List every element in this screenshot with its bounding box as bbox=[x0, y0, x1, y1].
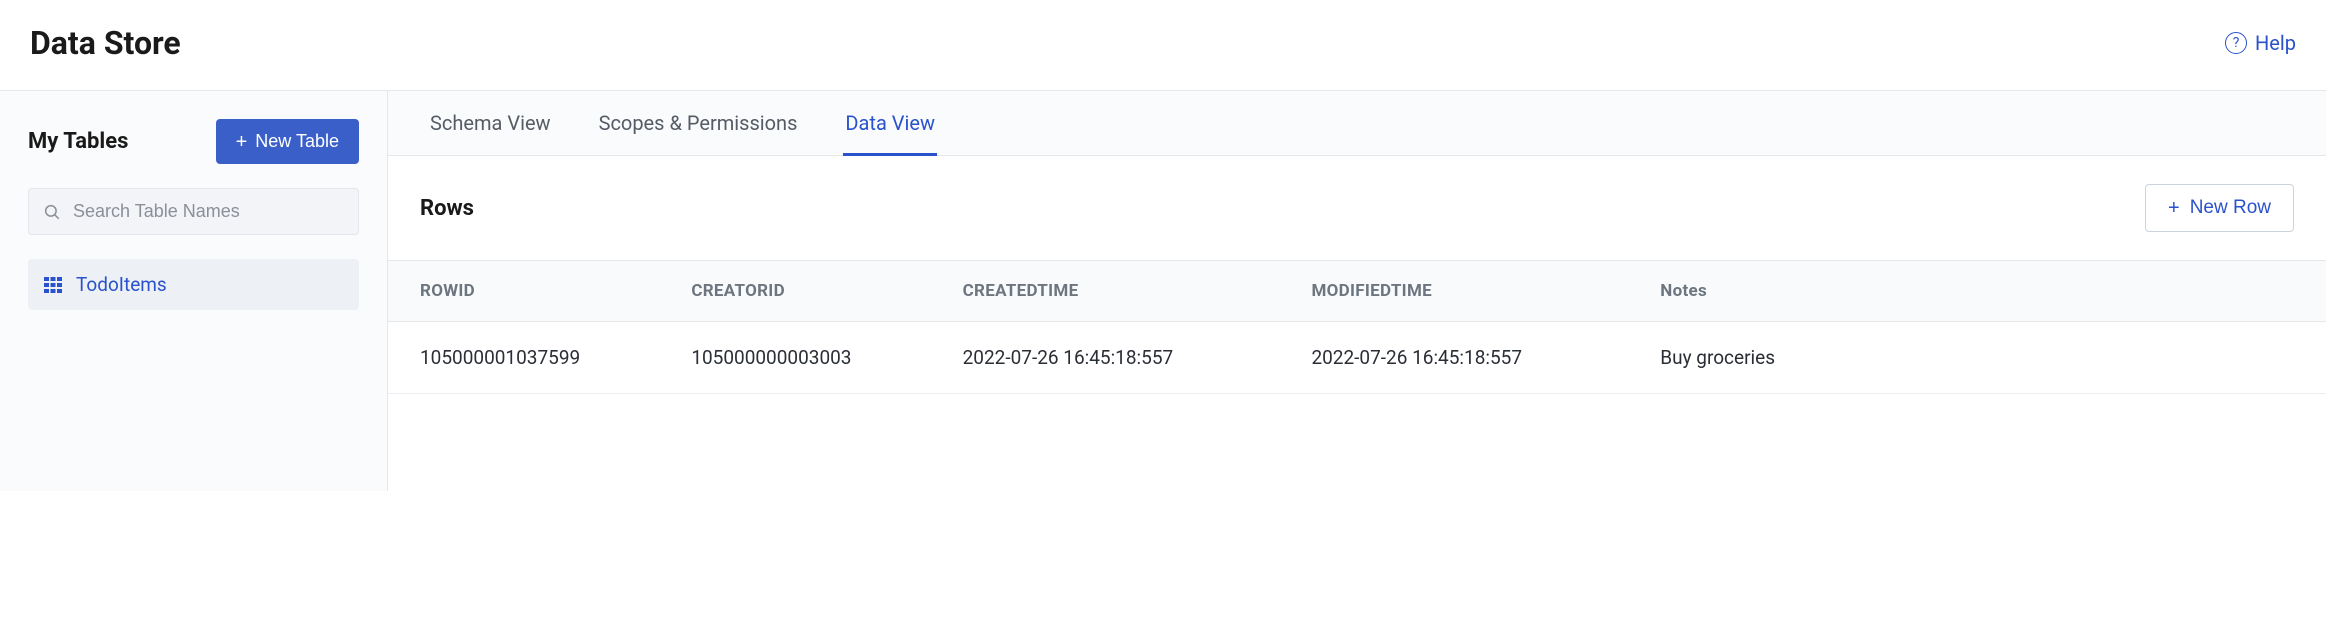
tab-scopes-permissions[interactable]: Scopes & Permissions bbox=[597, 91, 800, 156]
sidebar-title: My Tables bbox=[28, 129, 128, 154]
col-notes[interactable]: Notes bbox=[1628, 261, 2326, 322]
col-creatorid[interactable]: CREATORID bbox=[659, 261, 930, 322]
help-label: Help bbox=[2255, 31, 2296, 55]
cell-modifiedtime: 2022-07-26 16:45:18:557 bbox=[1279, 322, 1628, 394]
new-table-button[interactable]: + New Table bbox=[216, 119, 359, 164]
main: Schema View Scopes & Permissions Data Vi… bbox=[388, 91, 2326, 491]
page-header: Data Store ? Help bbox=[0, 0, 2326, 91]
col-rowid[interactable]: ROWID bbox=[388, 261, 659, 322]
new-table-label: New Table bbox=[255, 131, 339, 152]
table-row[interactable]: 105000001037599 105000000003003 2022-07-… bbox=[388, 322, 2326, 394]
sidebar: My Tables + New Table bbox=[0, 91, 388, 491]
search-input[interactable] bbox=[73, 201, 344, 222]
rows-title: Rows bbox=[420, 196, 474, 221]
plus-icon: + bbox=[2168, 198, 2180, 218]
sidebar-item-label: TodoItems bbox=[76, 273, 167, 296]
new-row-button[interactable]: + New Row bbox=[2145, 184, 2294, 232]
new-row-label: New Row bbox=[2190, 197, 2271, 219]
sidebar-header: My Tables + New Table bbox=[28, 119, 359, 164]
cell-rowid: 105000001037599 bbox=[388, 322, 659, 394]
page-title: Data Store bbox=[30, 24, 181, 62]
table-header-row: ROWID CREATORID CREATEDTIME MODIFIEDTIME… bbox=[388, 261, 2326, 322]
col-createdtime[interactable]: CREATEDTIME bbox=[931, 261, 1280, 322]
data-table: ROWID CREATORID CREATEDTIME MODIFIEDTIME… bbox=[388, 260, 2326, 394]
tabs: Schema View Scopes & Permissions Data Vi… bbox=[388, 91, 2326, 156]
help-icon: ? bbox=[2225, 32, 2247, 54]
tab-data-view[interactable]: Data View bbox=[843, 91, 937, 156]
col-modifiedtime[interactable]: MODIFIEDTIME bbox=[1279, 261, 1628, 322]
cell-notes: Buy groceries bbox=[1628, 322, 2326, 394]
search-wrap[interactable] bbox=[28, 188, 359, 235]
plus-icon: + bbox=[236, 132, 248, 152]
search-icon bbox=[43, 203, 61, 221]
cell-createdtime: 2022-07-26 16:45:18:557 bbox=[931, 322, 1280, 394]
help-link[interactable]: ? Help bbox=[2225, 31, 2296, 55]
sidebar-item-todoitems[interactable]: TodoItems bbox=[28, 259, 359, 310]
cell-creatorid: 105000000003003 bbox=[659, 322, 930, 394]
table-icon bbox=[44, 277, 62, 293]
tab-schema-view[interactable]: Schema View bbox=[428, 91, 553, 156]
rows-header: Rows + New Row bbox=[388, 156, 2326, 260]
